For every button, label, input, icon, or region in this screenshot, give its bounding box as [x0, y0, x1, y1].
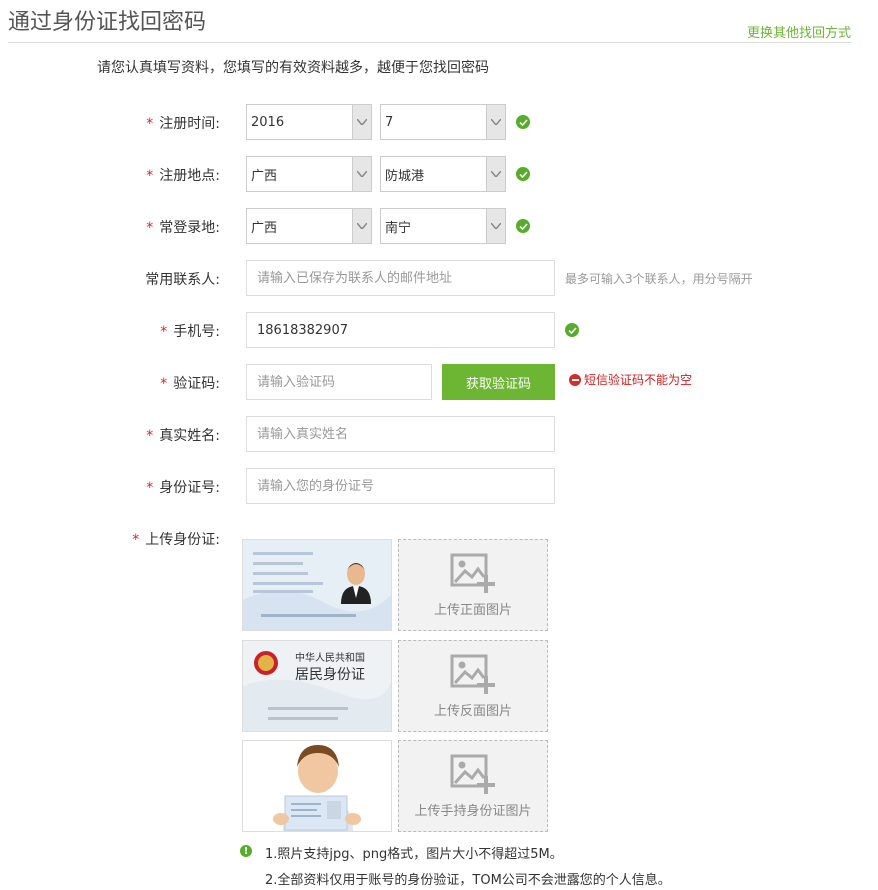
- code-error: 短信验证码不能为空: [569, 371, 692, 388]
- contacts-input[interactable]: [246, 260, 555, 296]
- reg-city-select[interactable]: 防城港: [380, 156, 506, 192]
- login-place-label: * 常登录地:: [146, 220, 220, 236]
- login-province-select[interactable]: 广西: [246, 208, 372, 244]
- intro-text: 请您认真填写资料，您填写的有效资料越多，越便于您找回密码: [97, 60, 489, 76]
- id-number-input[interactable]: [246, 468, 555, 504]
- reg-time-label: * 注册时间:: [146, 116, 220, 132]
- reg-year-select[interactable]: 2016: [246, 104, 372, 140]
- code-label: * 验证码:: [160, 376, 220, 392]
- info-icon: !: [240, 845, 252, 857]
- login-city-select[interactable]: 南宁: [380, 208, 506, 244]
- contacts-hint: 最多可输入3个联系人，用分号隔开: [565, 272, 753, 286]
- id-back-sample-image: 中华人民共和国 居民身份证: [242, 640, 392, 732]
- real-name-label: * 真实姓名:: [146, 428, 220, 444]
- reg-place-label: * 注册地点:: [146, 168, 220, 184]
- chevron-down-icon: [486, 105, 505, 139]
- contacts-label: 常用联系人:: [145, 272, 220, 288]
- id-front-sample-image: [242, 539, 392, 631]
- note-line-1: 1.照片支持jpg、png格式，图片大小不得超过5M。: [265, 847, 563, 862]
- phone-label: * 手机号:: [160, 324, 220, 340]
- phone-input[interactable]: [246, 312, 555, 348]
- add-image-icon: [450, 754, 495, 794]
- upload-label: * 上传身份证:: [132, 532, 220, 548]
- reg-month-select[interactable]: 7: [380, 104, 506, 140]
- check-icon: [565, 323, 579, 337]
- id-number-label: * 身份证号:: [146, 480, 220, 496]
- id-back-sample-title: 中华人民共和国: [295, 651, 365, 664]
- check-icon: [516, 167, 530, 181]
- add-image-icon: [450, 654, 495, 694]
- id-back-sample-subtitle: 居民身份证: [295, 667, 365, 683]
- chevron-down-icon: [486, 209, 505, 243]
- real-name-input[interactable]: [246, 416, 555, 452]
- chevron-down-icon: [352, 209, 371, 243]
- add-image-icon: [450, 553, 495, 593]
- check-icon: [516, 115, 530, 129]
- code-input[interactable]: [246, 364, 432, 400]
- note-line-2: 2.全部资料仅用于账号的身份验证，TOM公司不会泄露您的个人信息。: [265, 873, 671, 888]
- upload-front-button[interactable]: 上传正面图片: [398, 539, 548, 631]
- upload-back-button[interactable]: 上传反面图片: [398, 640, 548, 732]
- get-code-button[interactable]: 获取验证码: [442, 364, 555, 400]
- chevron-down-icon: [352, 157, 371, 191]
- reg-province-select[interactable]: 广西: [246, 156, 372, 192]
- hold-id-sample-image: [242, 740, 392, 832]
- chevron-down-icon: [486, 157, 505, 191]
- switch-recovery-method-link[interactable]: 更换其他找回方式: [747, 22, 851, 41]
- error-icon: [569, 373, 581, 386]
- upload-hold-button[interactable]: 上传手持身份证图片: [398, 740, 548, 832]
- page-title: 通过身份证找回密码: [8, 10, 207, 35]
- title-divider: [8, 42, 851, 43]
- chevron-down-icon: [352, 105, 371, 139]
- check-icon: [516, 219, 530, 233]
